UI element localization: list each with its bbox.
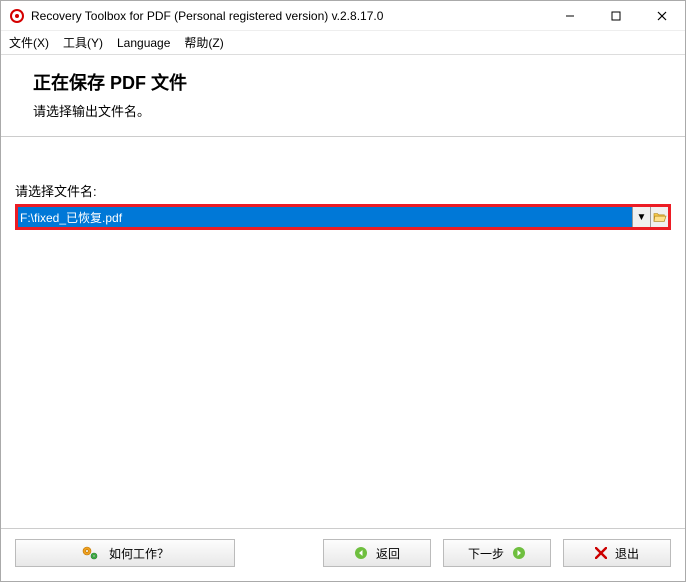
exit-label: 退出 [615,545,639,562]
gears-icon [81,544,101,562]
close-button[interactable] [639,1,685,31]
menu-file[interactable]: 文件(X) [9,34,49,51]
content-header: 正在保存 PDF 文件 请选择输出文件名。 [1,55,685,126]
dropdown-button[interactable]: ▼ [632,207,650,227]
how-it-works-label: 如何工作？ [109,545,169,562]
chevron-down-icon: ▼ [637,212,647,223]
main-content: 请选择文件名: ▼ [1,137,685,528]
menubar: 文件(X) 工具(Y) Language 帮助(Z) [1,31,685,55]
filename-input[interactable] [18,207,632,227]
menu-tools[interactable]: 工具(Y) [63,34,103,51]
arrow-right-icon [512,546,526,560]
app-icon [9,8,25,24]
x-icon [595,547,607,559]
next-button[interactable]: 下一步 [443,539,551,567]
page-subtitle: 请选择输出文件名。 [33,101,661,120]
minimize-icon [565,11,575,21]
back-label: 返回 [376,545,400,562]
filename-label: 请选择文件名: [15,181,671,200]
exit-button[interactable]: 退出 [563,539,671,567]
browse-button[interactable] [650,207,668,227]
maximize-icon [611,11,621,21]
footer: 如何工作？ 返回 下一步 退出 [1,528,685,581]
close-icon [657,11,667,21]
titlebar: Recovery Toolbox for PDF (Personal regis… [1,1,685,31]
page-title: 正在保存 PDF 文件 [33,69,661,95]
how-it-works-button[interactable]: 如何工作？ [15,539,235,567]
window-title: Recovery Toolbox for PDF (Personal regis… [31,9,383,23]
menu-language[interactable]: Language [117,36,170,50]
arrow-left-icon [354,546,368,560]
menu-help[interactable]: 帮助(Z) [184,34,223,51]
maximize-button[interactable] [593,1,639,31]
filename-row: ▼ [15,204,671,230]
minimize-button[interactable] [547,1,593,31]
next-label: 下一步 [468,545,504,562]
window-controls [547,1,685,31]
back-button[interactable]: 返回 [323,539,431,567]
folder-open-icon [653,211,667,223]
